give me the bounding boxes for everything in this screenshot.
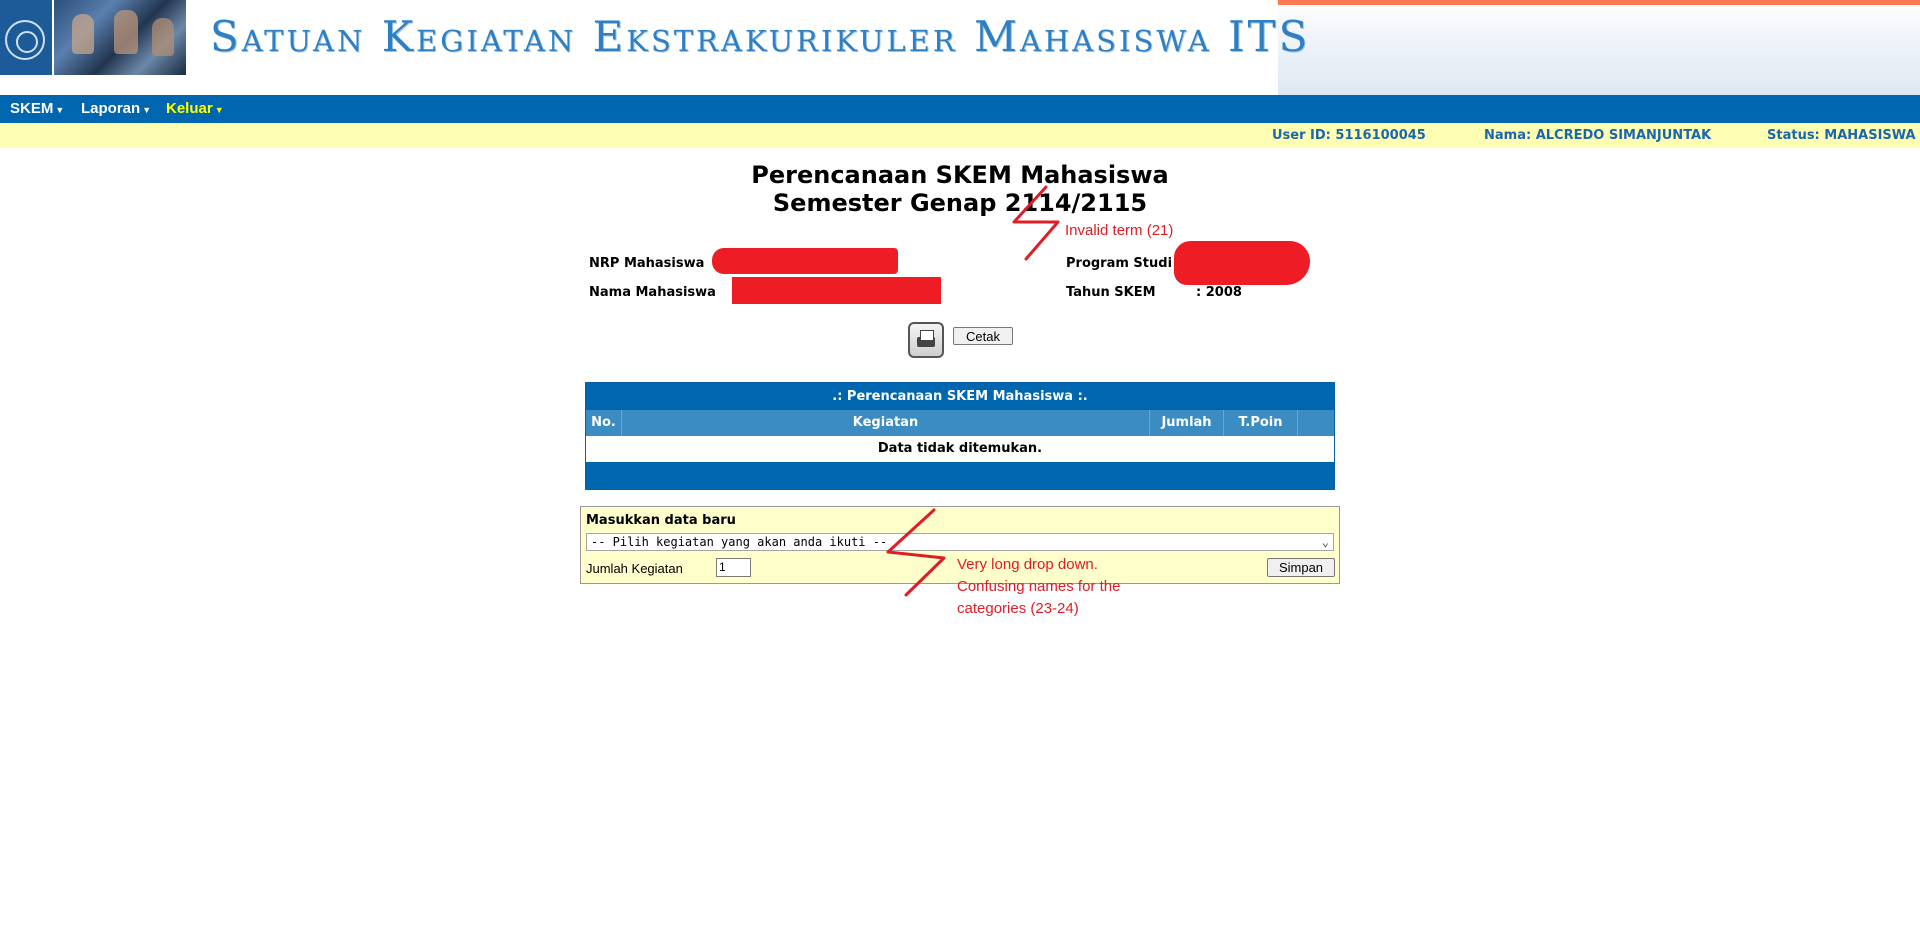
nav-menu-laporan[interactable]: Laporan ▼ [81, 100, 151, 117]
nrp-label: NRP Mahasiswa [589, 256, 705, 271]
banner-photo [54, 0, 186, 75]
nav-menu-skem[interactable]: SKEM ▼ [10, 100, 64, 117]
nav-menu-label: Laporan [81, 100, 141, 117]
activity-select[interactable]: -- Pilih kegiatan yang akan anda ikuti -… [586, 533, 1334, 551]
quantity-input[interactable]: 1 [716, 558, 751, 577]
program-studi-redaction [1174, 241, 1310, 285]
user-status: Status: MAHASISWA [1767, 128, 1916, 143]
printer-icon[interactable] [908, 322, 944, 358]
caret-down-icon: ▼ [142, 105, 152, 115]
empty-table-message: Data tidak ditemukan. [586, 436, 1334, 462]
nav-menu-label: SKEM [10, 100, 54, 117]
its-seal-icon [5, 20, 45, 60]
nrp-redaction [712, 248, 898, 274]
user-info-bar: User ID: 5116100045 Nama: ALCREDO SIMANJ… [0, 123, 1920, 148]
photo-figure [114, 10, 138, 54]
banner-accent-line [1278, 0, 1920, 5]
user-id: User ID: 5116100045 [1272, 128, 1426, 143]
annotation-dropdown-line2: Confusing names for the [957, 578, 1121, 595]
main-nav: SKEM ▼ Laporan ▼ Keluar ▼ [0, 95, 1920, 123]
site-banner: Satuan Kegiatan Ekstrakurikuler Mahasisw… [0, 0, 1920, 95]
plan-table: .: Perencanaan SKEM Mahasiswa :. No. Keg… [585, 382, 1335, 490]
banner-title: Satuan Kegiatan Ekstrakurikuler Mahasisw… [210, 12, 1311, 61]
annotation-invalid-term: Invalid term (21) [1065, 222, 1174, 239]
nav-menu-keluar[interactable]: Keluar ▼ [166, 100, 224, 117]
column-header-action [1298, 410, 1334, 436]
quantity-label: Jumlah Kegiatan [586, 561, 683, 576]
column-header-jumlah: Jumlah [1150, 410, 1224, 436]
chevron-down-icon: ⌄ [1321, 535, 1329, 549]
program-studi-label: Program Studi [1066, 256, 1173, 271]
simpan-button[interactable]: Simpan [1267, 558, 1335, 577]
column-header-tpoin: T.Poin [1224, 410, 1298, 436]
table-footer [586, 462, 1334, 489]
annotation-dropdown-line3: categories (23-24) [957, 600, 1079, 617]
photo-figure [72, 14, 94, 54]
user-name: Nama: ALCREDO SIMANJUNTAK [1484, 128, 1712, 143]
nav-menu-label: Keluar [166, 100, 213, 117]
form-title: Masukkan data baru [586, 513, 736, 528]
nama-redaction [732, 277, 941, 304]
table-caption: .: Perencanaan SKEM Mahasiswa :. [832, 389, 1088, 404]
cetak-button[interactable]: Cetak [953, 327, 1013, 345]
semester-title: Semester Genap 2114/2115 [772, 189, 1148, 217]
photo-figure [152, 18, 174, 56]
column-header-no: No. [586, 410, 622, 436]
tahun-skem-value: : 2008 [1196, 285, 1242, 300]
tahun-skem-label: Tahun SKEM [1066, 285, 1156, 300]
activity-select-value: -- Pilih kegiatan yang akan anda ikuti -… [591, 535, 888, 549]
annotation-dropdown-line1: Very long drop down. [957, 556, 1098, 573]
nama-label: Nama Mahasiswa [589, 285, 716, 300]
banner-gradient [1278, 0, 1920, 95]
page-title: Perencanaan SKEM Mahasiswa [751, 161, 1169, 189]
column-header-kegiatan: Kegiatan [622, 410, 1150, 436]
caret-down-icon: ▼ [214, 105, 224, 115]
table-header-row: No. Kegiatan Jumlah T.Poin [586, 410, 1334, 436]
its-logo [0, 0, 52, 75]
caret-down-icon: ▼ [55, 105, 65, 115]
